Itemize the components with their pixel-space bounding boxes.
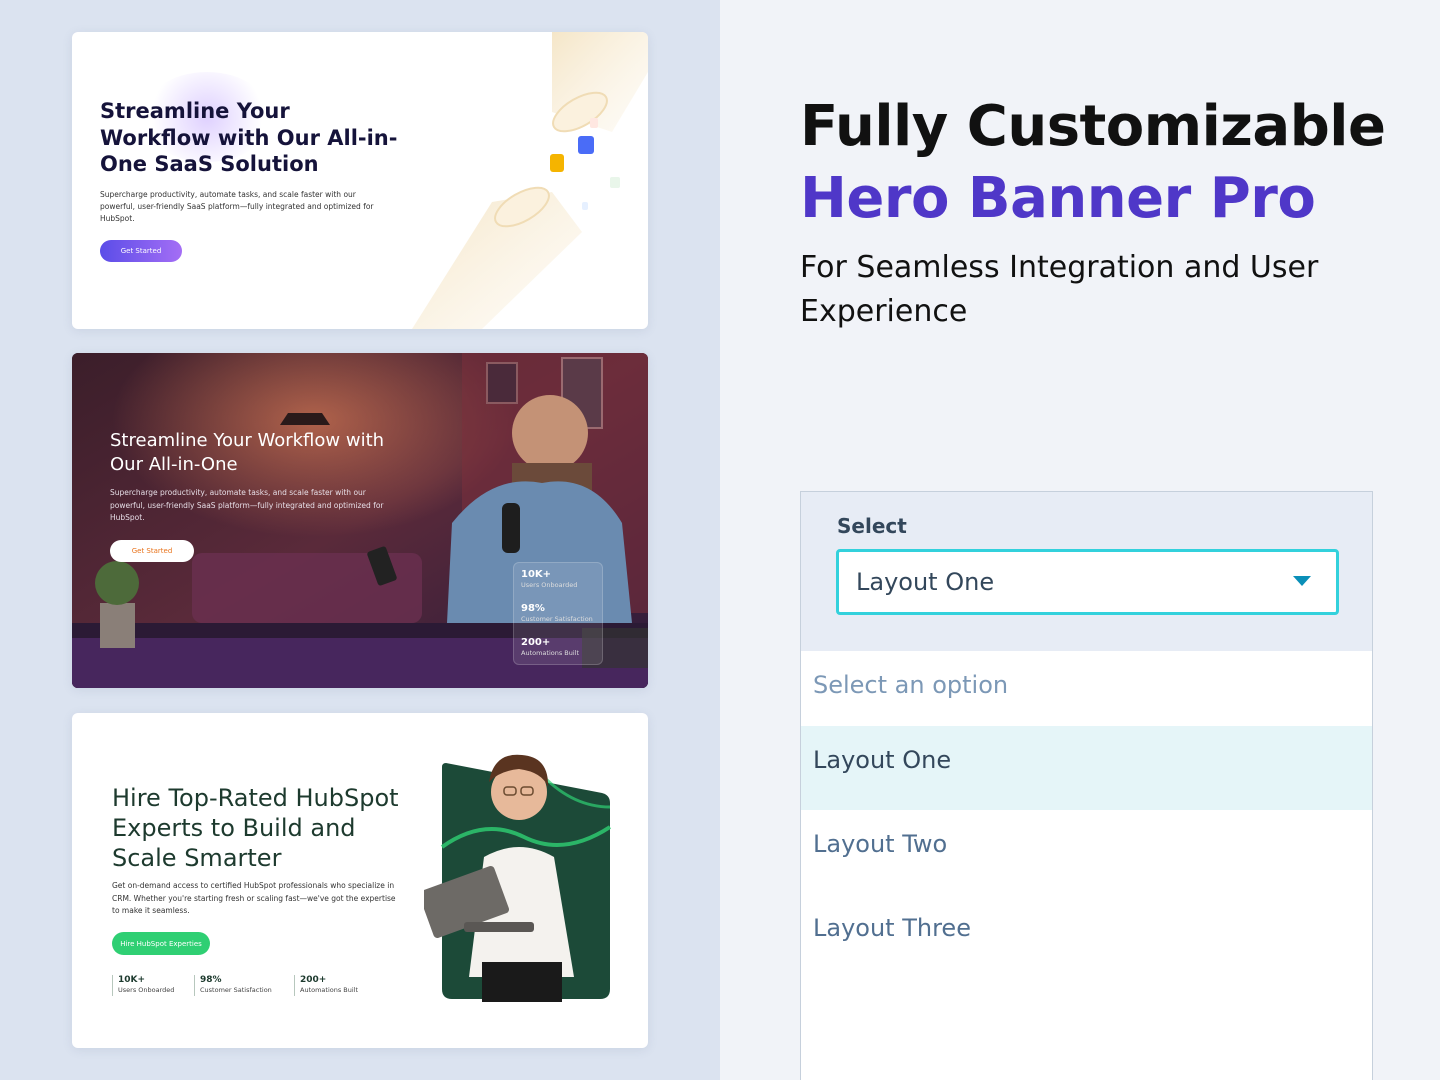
option-placeholder[interactable]: Select an option xyxy=(801,651,1372,735)
stat-label: Automations Built xyxy=(300,986,359,994)
stat-item: 200+ Automations Built xyxy=(294,975,358,996)
stat-value: 200+ xyxy=(521,637,551,648)
select-label: Select xyxy=(837,514,907,538)
zoom-icon xyxy=(578,136,594,154)
layout-one-preview-card[interactable]: Streamline Your Workflow with Our All-in… xyxy=(72,32,648,329)
heading-line-1: Fully Customizable xyxy=(800,94,1386,159)
layout-three-description: Get on-demand access to certified HubSpo… xyxy=(112,881,396,915)
stat-item: 98% Customer Satisfaction xyxy=(194,975,272,996)
caret-down-icon[interactable] xyxy=(1293,576,1311,586)
stat-value: 98% xyxy=(521,603,545,614)
layout-two-description: Supercharge productivity, automate tasks… xyxy=(110,488,384,522)
select-field-container: Select Layout One xyxy=(800,491,1373,651)
stat-value: 200+ xyxy=(300,975,327,985)
option-layout-one[interactable]: Layout One xyxy=(801,726,1372,810)
hire-experts-button[interactable]: Hire HubSpot Experties xyxy=(112,932,210,955)
stat-item: 10K+ Users Onboarded xyxy=(521,569,577,589)
layout-two-title: Streamline Your Workflow with Our All-in… xyxy=(110,430,385,475)
select-dropdown-menu: Select an option Layout One Layout Two L… xyxy=(800,651,1373,1080)
stat-item: 10K+ Users Onboarded xyxy=(112,975,174,996)
stat-item: 200+ Automations Built xyxy=(521,637,579,657)
figma-icon xyxy=(590,118,598,128)
stats-box: 10K+ Users Onboarded 98% Customer Satisf… xyxy=(513,562,603,665)
get-started-button[interactable]: Get Started xyxy=(100,240,182,262)
option-label: Layout Two xyxy=(813,830,948,858)
stat-label: Users Onboarded xyxy=(521,581,578,589)
stat-label: Users Onboarded xyxy=(118,986,175,994)
preview-panel: Streamline Your Workflow with Our All-in… xyxy=(0,0,720,1080)
woman-with-laptop-photo xyxy=(424,754,612,1002)
select-current-value: Layout One xyxy=(856,568,995,596)
layout-one-title: Streamline Your Workflow with Our All-in… xyxy=(100,99,398,176)
app-icon xyxy=(550,154,564,172)
stat-value: 98% xyxy=(200,975,222,985)
stat-item: 98% Customer Satisfaction xyxy=(521,603,593,623)
option-label: Layout Three xyxy=(813,914,971,942)
layout-select[interactable]: Layout One xyxy=(836,549,1339,615)
stat-label: Customer Satisfaction xyxy=(200,986,272,994)
tubes-illustration xyxy=(412,32,648,329)
meet-icon xyxy=(610,177,620,188)
get-started-button[interactable]: Get Started xyxy=(110,540,194,562)
option-label: Layout One xyxy=(813,746,952,774)
option-layout-three[interactable]: Layout Three xyxy=(801,894,1372,978)
option-label: Select an option xyxy=(813,671,1009,699)
stat-value: 10K+ xyxy=(521,569,552,580)
layout-three-preview-card[interactable]: Hire Top-Rated HubSpot Experts to Build … xyxy=(72,713,648,1048)
stat-label: Automations Built xyxy=(521,649,580,657)
option-layout-two[interactable]: Layout Two xyxy=(801,810,1372,894)
info-panel: Fully Customizable Hero Banner Pro For S… xyxy=(720,0,1440,1080)
stat-label: Customer Satisfaction xyxy=(521,615,593,623)
layout-one-description: Supercharge productivity, automate tasks… xyxy=(100,190,374,223)
layout-three-title: Hire Top-Rated HubSpot Experts to Build … xyxy=(112,784,399,872)
layout-two-preview-card[interactable]: Streamline Your Workflow with Our All-in… xyxy=(72,353,648,688)
stat-value: 10K+ xyxy=(118,975,146,985)
slack-icon xyxy=(582,202,588,210)
heading-line-2: Hero Banner Pro xyxy=(800,166,1316,231)
heading-subtitle: For Seamless Integration and User Experi… xyxy=(800,250,1319,329)
